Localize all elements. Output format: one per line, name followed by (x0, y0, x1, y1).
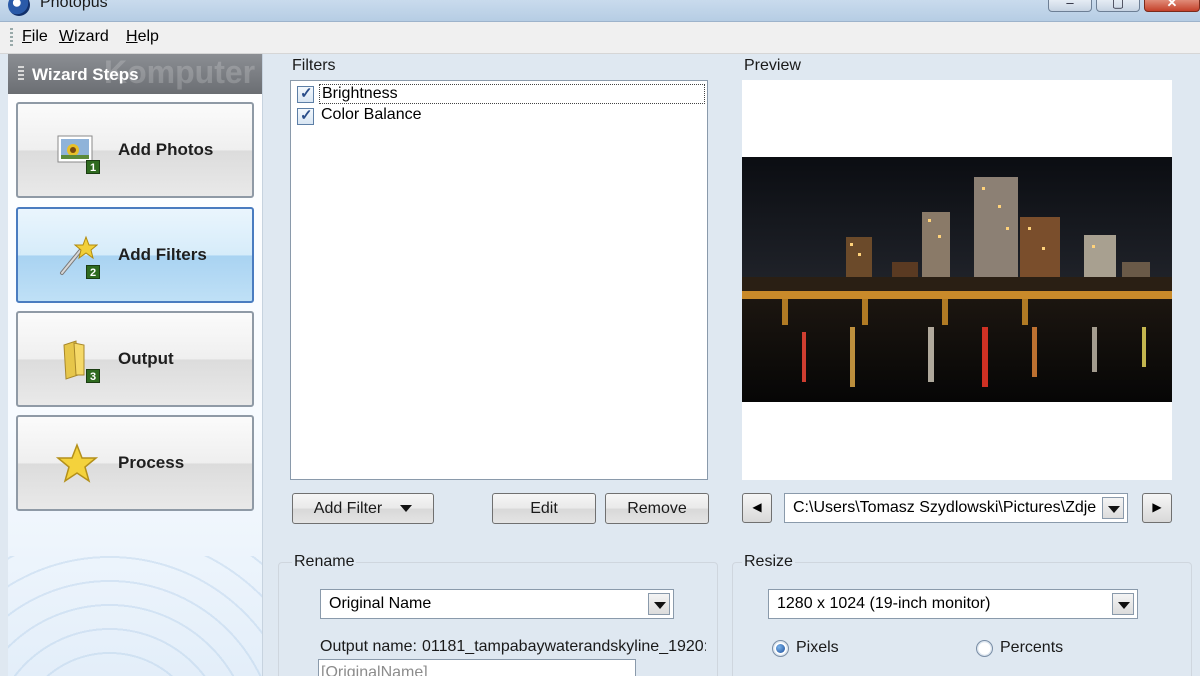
photo-path-value: C:\Users\Tomasz Szydlowski\Pictures\Zdje (793, 499, 1097, 516)
close-button[interactable]: ✕ (1144, 0, 1200, 12)
minimize-icon: – (1066, 0, 1074, 10)
chevron-down-icon (400, 505, 413, 513)
add-filter-button[interactable]: Add Filter (292, 493, 434, 524)
menu-wizard[interactable]: Wizard (59, 28, 109, 46)
pixels-radio[interactable] (772, 640, 789, 657)
close-icon: ✕ (1166, 0, 1178, 10)
preview-label: Preview (744, 57, 801, 74)
step-process[interactable]: Process (16, 415, 254, 511)
output-name-value: 01181_tampabaywaterandskyline_1920: (422, 638, 706, 655)
window-title: Photopus (40, 0, 108, 11)
percents-label: Percents (1000, 639, 1064, 656)
panel-grip-icon (18, 66, 24, 82)
pixels-label: Pixels (796, 639, 839, 656)
step-output[interactable]: 3 Output (16, 311, 254, 407)
filter-checkbox[interactable] (297, 106, 314, 125)
arrow-right-icon: ▶ (1152, 500, 1162, 514)
add-filter-label: Add Filter (313, 500, 383, 517)
filter-item-brightness[interactable]: Brightness (295, 83, 705, 105)
remove-button[interactable]: Remove (605, 493, 709, 524)
magic-wand-icon: 2 (56, 235, 100, 279)
filter-checkbox[interactable] (297, 84, 314, 103)
menu-grip-icon (10, 28, 13, 48)
step-add-filters[interactable]: 2 Add Filters (16, 207, 254, 303)
photo-icon: 1 (56, 130, 100, 174)
filter-name: Brightness (319, 84, 705, 104)
next-photo-button[interactable]: ▶ (1142, 493, 1172, 523)
filters-list[interactable]: Brightness Color Balance (290, 80, 708, 480)
menu-help[interactable]: Help (126, 28, 159, 46)
output-name-label: Output name: (320, 638, 417, 655)
minimize-button[interactable]: – (1048, 0, 1092, 12)
chevron-down-icon[interactable] (1102, 497, 1124, 519)
filters-label: Filters (292, 57, 336, 74)
chevron-down-icon[interactable] (1112, 593, 1134, 615)
resize-size-value: 1280 x 1024 (19-inch monitor) (777, 595, 991, 612)
rename-pattern-placeholder: [OriginalName] (321, 664, 428, 676)
folder-icon: 3 (56, 339, 100, 383)
step-number-badge: 1 (86, 160, 100, 174)
rename-mode-select[interactable]: Original Name (320, 589, 674, 619)
rename-label: Rename (292, 553, 357, 571)
wizard-header: Wizard Steps Komputer (8, 54, 262, 94)
maximize-button[interactable]: ▢ (1096, 0, 1140, 12)
resize-size-select[interactable]: 1280 x 1024 (19-inch monitor) (768, 589, 1138, 619)
percents-radio[interactable] (976, 640, 993, 657)
title-bar: Photopus – ▢ ✕ (0, 0, 1200, 22)
step-label: Process (118, 453, 185, 472)
resize-label: Resize (742, 553, 795, 571)
wizard-panel: Wizard Steps Komputer 1 Add Photos 2 Add… (8, 54, 263, 676)
menu-bar: File Wizard Help (0, 22, 1200, 54)
step-label: Output (118, 349, 174, 368)
arrow-left-icon: ◀ (752, 500, 762, 514)
step-label: Add Filters (118, 245, 207, 264)
step-number-badge: 3 (86, 369, 100, 383)
preview-image (742, 157, 1172, 402)
rename-mode-value: Original Name (329, 595, 432, 612)
menu-file[interactable]: File (22, 28, 48, 46)
rename-pattern-input[interactable]: [OriginalName] (318, 659, 636, 676)
previous-photo-button[interactable]: ◀ (742, 493, 772, 523)
step-add-photos[interactable]: 1 Add Photos (16, 102, 254, 198)
resize-group (732, 562, 1192, 676)
step-label: Add Photos (118, 140, 214, 159)
photo-path-select[interactable]: C:\Users\Tomasz Szydlowski\Pictures\Zdje (784, 493, 1128, 523)
star-icon (55, 442, 99, 485)
filter-name: Color Balance (321, 106, 422, 123)
filter-item-color-balance[interactable]: Color Balance (295, 105, 705, 127)
app-logo-icon (8, 0, 30, 16)
watermark: Komputer (104, 54, 256, 90)
chevron-down-icon[interactable] (648, 593, 670, 615)
edit-button[interactable]: Edit (492, 493, 596, 524)
maximize-icon: ▢ (1111, 0, 1125, 10)
step-number-badge: 2 (86, 265, 100, 279)
